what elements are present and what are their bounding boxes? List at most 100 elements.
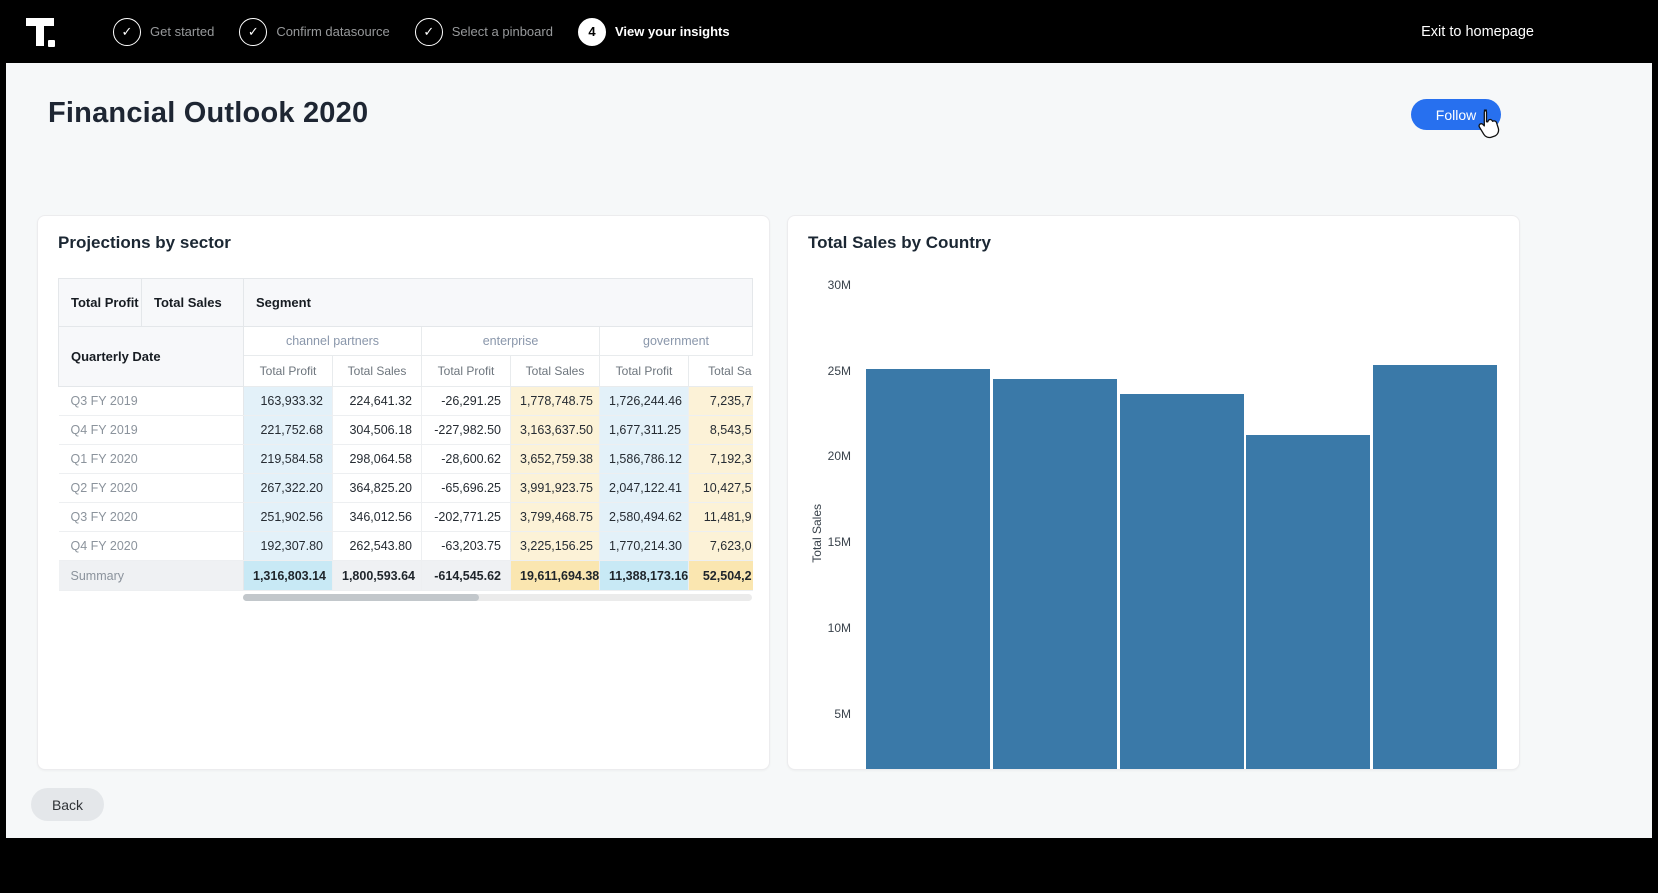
projections-card: Projections by sector Total Profit Total… xyxy=(37,215,770,770)
y-tick-label: 25M xyxy=(807,364,851,378)
value-header[interactable]: Total Sales xyxy=(333,356,422,387)
value-cell[interactable]: 163,933.32 xyxy=(244,387,333,416)
value-cell[interactable]: 3,799,468.75 xyxy=(511,503,600,532)
value-cell[interactable]: 1,800,593.64 xyxy=(333,561,422,591)
onboarding-topbar: ✓Get started✓Confirm datasource✓Select a… xyxy=(0,0,1658,63)
value-cell[interactable]: 3,225,156.25 xyxy=(511,532,600,561)
chart-area: Total Sales 30M25M20M15M10M5M xyxy=(788,216,1519,769)
value-cell[interactable]: 2,580,494.62 xyxy=(600,503,689,532)
check-icon: ✓ xyxy=(239,18,267,46)
value-cell[interactable]: -227,982.50 xyxy=(422,416,511,445)
value-cell[interactable]: -614,545.62 xyxy=(422,561,511,591)
value-cell[interactable]: 364,825.20 xyxy=(333,474,422,503)
value-cell[interactable]: 7,235,7 xyxy=(689,387,753,416)
value-header[interactable]: Total Sales xyxy=(511,356,600,387)
value-cell[interactable]: 11,388,173.16 xyxy=(600,561,689,591)
value-cell[interactable]: 192,307.80 xyxy=(244,532,333,561)
value-cell[interactable]: -65,696.25 xyxy=(422,474,511,503)
value-cell[interactable]: 1,770,214.30 xyxy=(600,532,689,561)
row-label[interactable]: Q4 FY 2019 xyxy=(59,416,244,445)
y-tick-label: 10M xyxy=(807,621,851,635)
column-group-row: Quarterly Date channel partners enterpri… xyxy=(59,327,753,356)
table-horizontal-scrollbar[interactable] xyxy=(243,594,752,601)
value-cell[interactable]: 3,163,637.50 xyxy=(511,416,600,445)
value-cell[interactable]: 346,012.56 xyxy=(333,503,422,532)
bar-plot xyxy=(865,286,1498,770)
row-label[interactable]: Q3 FY 2020 xyxy=(59,503,244,532)
value-header[interactable]: Total Profit xyxy=(600,356,689,387)
step-label: Get started xyxy=(150,24,214,39)
total-sales-chart-card: Total Sales by Country Total Sales 30M25… xyxy=(787,215,1520,770)
value-cell[interactable]: 219,584.58 xyxy=(244,445,333,474)
segment-header: Segment xyxy=(244,279,753,327)
table-row: Q2 FY 2020267,322.20364,825.20-65,696.25… xyxy=(59,474,753,503)
row-label[interactable]: Q1 FY 2020 xyxy=(59,445,244,474)
step-select-a-pinboard[interactable]: ✓Select a pinboard xyxy=(415,18,553,46)
value-cell[interactable]: 221,752.68 xyxy=(244,416,333,445)
value-cell[interactable]: 1,677,311.25 xyxy=(600,416,689,445)
value-cell[interactable]: 7,192,3 xyxy=(689,445,753,474)
value-cell[interactable]: 52,504,2 xyxy=(689,561,753,591)
measure-header-total-profit: Total Profit xyxy=(59,279,142,327)
value-cell[interactable]: 19,611,694.38 xyxy=(511,561,600,591)
value-cell[interactable]: 1,778,748.75 xyxy=(511,387,600,416)
value-cell[interactable]: 1,726,244.46 xyxy=(600,387,689,416)
value-cell[interactable]: 298,064.58 xyxy=(333,445,422,474)
value-cell[interactable]: 1,586,786.12 xyxy=(600,445,689,474)
table-row: Q3 FY 2019163,933.32224,641.32-26,291.25… xyxy=(59,387,753,416)
step-label: Confirm datasource xyxy=(276,24,389,39)
bar[interactable] xyxy=(993,379,1117,770)
table-row: Q4 FY 2019221,752.68304,506.18-227,982.5… xyxy=(59,416,753,445)
exit-to-homepage-link[interactable]: Exit to homepage xyxy=(1421,24,1534,40)
bar[interactable] xyxy=(1246,435,1370,770)
back-button[interactable]: Back xyxy=(31,788,104,821)
value-cell[interactable]: 251,902.56 xyxy=(244,503,333,532)
check-icon: ✓ xyxy=(415,18,443,46)
table-row: Q1 FY 2020219,584.58298,064.58-28,600.62… xyxy=(59,445,753,474)
value-cell[interactable]: -63,203.75 xyxy=(422,532,511,561)
column-group-enterprise[interactable]: enterprise xyxy=(422,327,600,356)
summary-row: Summary1,316,803.141,800,593.64-614,545.… xyxy=(59,561,753,591)
row-label[interactable]: Q3 FY 2019 xyxy=(59,387,244,416)
row-label[interactable]: Q4 FY 2020 xyxy=(59,532,244,561)
app-logo-icon[interactable] xyxy=(26,17,56,47)
pivot-table: Total Profit Total Sales Segment Quarter… xyxy=(58,278,753,591)
value-cell[interactable]: 3,991,923.75 xyxy=(511,474,600,503)
column-group-government[interactable]: government xyxy=(600,327,753,356)
row-label[interactable]: Q2 FY 2020 xyxy=(59,474,244,503)
scrollbar-thumb[interactable] xyxy=(243,594,479,601)
follow-button[interactable]: Follow xyxy=(1411,99,1501,130)
logo-dot xyxy=(48,40,55,47)
value-cell[interactable]: -28,600.62 xyxy=(422,445,511,474)
value-cell[interactable]: 224,641.32 xyxy=(333,387,422,416)
value-cell[interactable]: 1,316,803.14 xyxy=(244,561,333,591)
value-cell[interactable]: 10,427,5 xyxy=(689,474,753,503)
bar[interactable] xyxy=(866,369,990,771)
measure-header-total-sales: Total Sales xyxy=(142,279,244,327)
value-cell[interactable]: 7,623,0 xyxy=(689,532,753,561)
step-confirm-datasource[interactable]: ✓ Confirm datasource xyxy=(239,18,389,46)
value-header[interactable]: Total Profit xyxy=(422,356,511,387)
value-cell[interactable]: 3,652,759.38 xyxy=(511,445,600,474)
value-cell[interactable]: 11,481,9 xyxy=(689,503,753,532)
stepper: ✓Get started✓Confirm datasource✓Select a… xyxy=(113,18,730,46)
column-group-channel-partners[interactable]: channel partners xyxy=(244,327,422,356)
value-cell[interactable]: -202,771.25 xyxy=(422,503,511,532)
value-cell[interactable]: 262,543.80 xyxy=(333,532,422,561)
step-get-started[interactable]: ✓Get started xyxy=(113,18,214,46)
pivot-card-title: Projections by sector xyxy=(58,233,231,253)
value-cell[interactable]: 267,322.20 xyxy=(244,474,333,503)
bar[interactable] xyxy=(1120,394,1244,770)
y-axis-title: Total Sales xyxy=(810,504,824,563)
step-view-your-insights[interactable]: 4View your insights xyxy=(578,18,730,46)
pivot-table-wrap: Total Profit Total Sales Segment Quarter… xyxy=(58,278,752,591)
value-header[interactable]: Total Sa xyxy=(689,356,753,387)
bar[interactable] xyxy=(1373,365,1497,770)
row-label[interactable]: Summary xyxy=(59,561,244,591)
value-cell[interactable]: 304,506.18 xyxy=(333,416,422,445)
value-cell[interactable]: 2,047,122.41 xyxy=(600,474,689,503)
value-cell[interactable]: -26,291.25 xyxy=(422,387,511,416)
value-header[interactable]: Total Profit xyxy=(244,356,333,387)
value-cell[interactable]: 8,543,5 xyxy=(689,416,753,445)
pinboard-page: Financial Outlook 2020 Follow Projection… xyxy=(6,63,1652,838)
